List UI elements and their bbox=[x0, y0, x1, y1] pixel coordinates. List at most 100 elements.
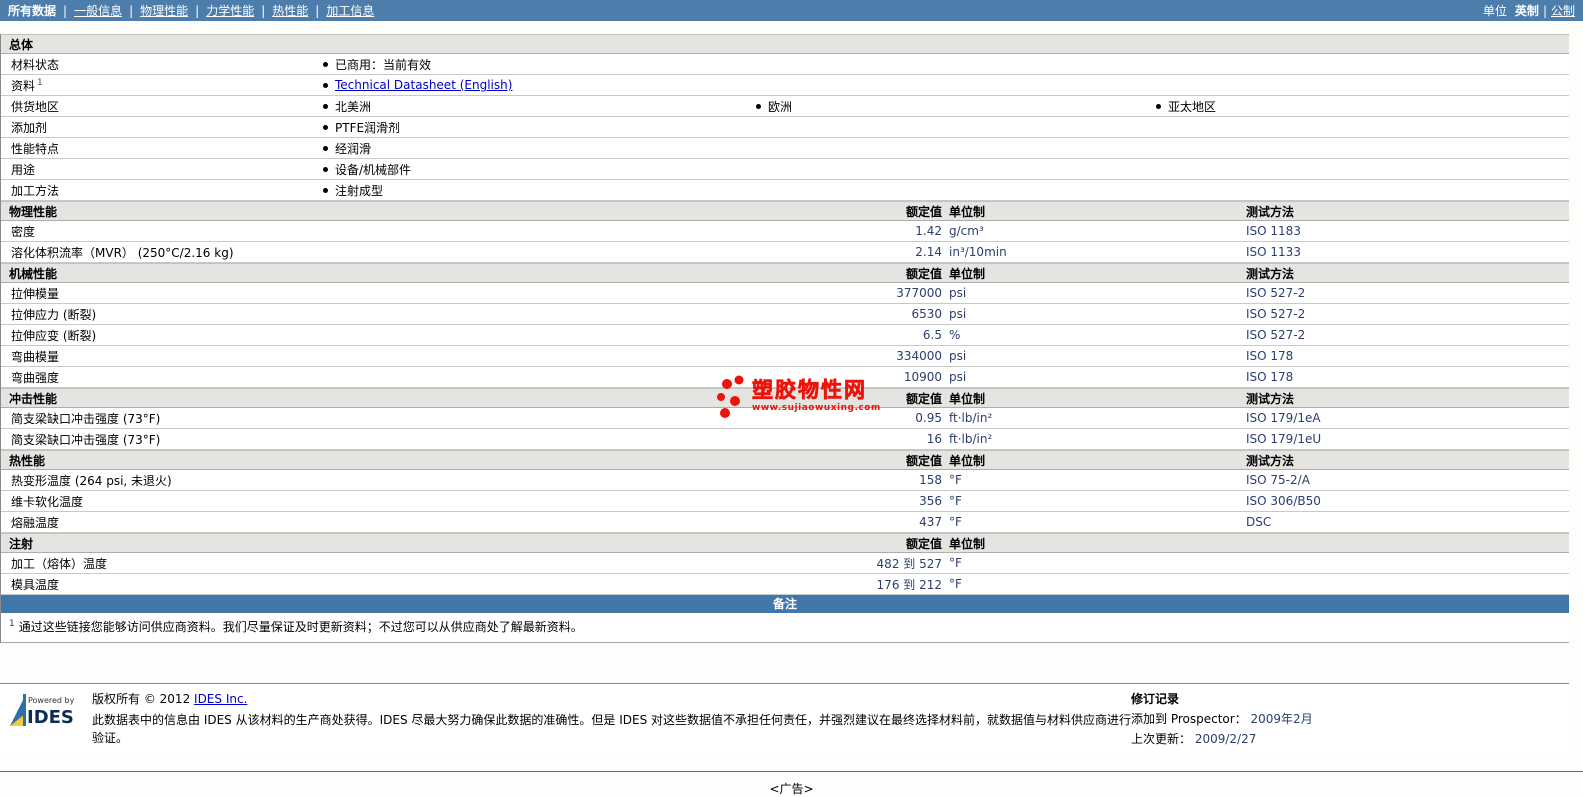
property-label: 熔融温度 bbox=[11, 515, 60, 530]
section-title: 热性能 bbox=[9, 453, 46, 468]
table-row: 简支梁缺口冲击强度 (73°F) 16 ft·lb/in² ISO 179/1e… bbox=[1, 429, 1569, 450]
table-row: 热变形温度 (264 psi, 未退火) 158 °F ISO 75-2/A bbox=[1, 470, 1569, 491]
property-label-text: 资料 bbox=[11, 78, 36, 93]
col-header-unit: 单位制 bbox=[949, 266, 986, 281]
revision-added-value: 2009年2月 bbox=[1250, 712, 1313, 726]
nav-item-physical[interactable]: 物理性能 bbox=[140, 2, 188, 19]
technical-datasheet-link[interactable]: Technical Datasheet (English) bbox=[335, 78, 512, 92]
bullet-icon bbox=[323, 187, 328, 193]
property-test-method: ISO 527-2 bbox=[1246, 286, 1306, 300]
table-row: 材料状态 已商用：当前有效 bbox=[1, 54, 1569, 75]
nav-separator: | bbox=[1542, 3, 1547, 18]
property-label: 密度 bbox=[11, 224, 36, 239]
property-value: 2.14 bbox=[915, 245, 942, 259]
property-value: 482 到 527 bbox=[876, 556, 942, 571]
property-unit: °F bbox=[949, 494, 962, 508]
col-header-unit: 单位制 bbox=[949, 453, 986, 468]
property-label: 用途 bbox=[11, 162, 36, 177]
ad-label: <广告> bbox=[769, 782, 814, 796]
table-row: 熔融温度 437 °F DSC bbox=[1, 512, 1569, 533]
svg-text:Powered by: Powered by bbox=[28, 696, 75, 705]
section-title: 冲击性能 bbox=[9, 391, 58, 406]
footnote-number: 1 bbox=[9, 619, 15, 629]
property-value-item: 设备/机械部件 bbox=[311, 161, 744, 178]
nav-item-all-data: 所有数据 bbox=[8, 4, 57, 18]
property-unit: psi bbox=[949, 349, 967, 363]
property-test-method: ISO 527-2 bbox=[1246, 328, 1306, 342]
revision-added-label: 添加到 Prospector： bbox=[1131, 712, 1247, 726]
section-header-mechanical: 机械性能 额定值 单位制 测试方法 bbox=[1, 263, 1569, 283]
property-value: 356 bbox=[919, 494, 942, 508]
table-row: 溶化体积流率（MVR） (250°C/2.16 kg) 2.14 in³/10m… bbox=[1, 242, 1569, 263]
property-label: 拉伸模量 bbox=[11, 286, 60, 301]
bullet-icon bbox=[756, 103, 761, 109]
section-header-thermal: 热性能 额定值 单位制 测试方法 bbox=[1, 450, 1569, 470]
nav-item-processing[interactable]: 加工信息 bbox=[326, 2, 374, 19]
nav-item-general-info[interactable]: 一般信息 bbox=[74, 2, 122, 19]
table-row: 用途 设备/机械部件 bbox=[1, 159, 1569, 180]
copyright-year: © 2012 bbox=[143, 692, 191, 706]
col-header-unit: 单位制 bbox=[949, 204, 986, 219]
property-unit: g/cm³ bbox=[949, 224, 984, 238]
ides-inc-link[interactable]: IDES Inc. bbox=[194, 692, 247, 706]
revision-added-line: 添加到 Prospector： 2009年2月 bbox=[1131, 710, 1561, 727]
revision-updated-value: 2009/2/27 bbox=[1194, 732, 1257, 746]
bullet-icon bbox=[323, 82, 328, 88]
property-value-item: 北美洲 bbox=[311, 98, 744, 115]
property-value-text: 已商用：当前有效 bbox=[335, 57, 432, 72]
property-value-item: PTFE润滑剂 bbox=[311, 119, 744, 136]
property-label: 热变形温度 (264 psi, 未退火) bbox=[11, 473, 172, 488]
unit-metric-link[interactable]: 公制 bbox=[1551, 2, 1575, 19]
footnote: 1 通过这些链接您能够访问供应商资料。我们尽量保证及时更新资料；不过您可以从供应商… bbox=[1, 613, 1569, 643]
property-value-item: 已商用：当前有效 bbox=[311, 56, 744, 73]
col-header-value: 额定值 bbox=[905, 536, 942, 551]
footer-copyright-block: 版权所有 © 2012 IDES Inc. 此数据表中的信息由 IDES 从该材… bbox=[82, 690, 1131, 750]
table-row: 弯曲强度 10900 psi ISO 178 bbox=[1, 367, 1569, 388]
property-test-method: ISO 527-2 bbox=[1246, 307, 1306, 321]
property-unit: psi bbox=[949, 307, 967, 321]
property-unit: ft·lb/in² bbox=[949, 411, 993, 425]
property-test-method: ISO 1183 bbox=[1246, 224, 1301, 238]
property-value-text: 北美洲 bbox=[335, 99, 372, 114]
col-header-value: 额定值 bbox=[905, 391, 942, 406]
table-row: 弯曲模量 334000 psi ISO 178 bbox=[1, 346, 1569, 367]
property-value: 437 bbox=[919, 515, 942, 529]
property-test-method: ISO 1133 bbox=[1246, 245, 1301, 259]
property-unit: °F bbox=[949, 473, 962, 487]
property-table: 总体 材料状态 已商用：当前有效 资料 1 Technical Datasheet… bbox=[0, 34, 1569, 643]
col-header-value: 额定值 bbox=[905, 204, 942, 219]
col-header-unit: 单位制 bbox=[949, 536, 986, 551]
col-header-test: 测试方法 bbox=[1246, 204, 1295, 219]
property-label: 资料 1 bbox=[1, 77, 311, 94]
property-label: 溶化体积流率（MVR） (250°C/2.16 kg) bbox=[11, 245, 234, 260]
property-value-item: 欧洲 bbox=[744, 98, 1144, 115]
table-row: 模具温度 176 到 212 °F bbox=[1, 574, 1569, 595]
property-unit: psi bbox=[949, 286, 967, 300]
nav-item-mechanical[interactable]: 力学性能 bbox=[206, 2, 254, 19]
copyright-label: 版权所有 bbox=[92, 692, 141, 706]
table-row: 维卡软化温度 356 °F ISO 306/B50 bbox=[1, 491, 1569, 512]
property-value: 158 bbox=[919, 473, 942, 487]
property-value: 334000 bbox=[896, 349, 942, 363]
ides-logo: Powered by IDES bbox=[8, 690, 82, 750]
property-value-text: 亚太地区 bbox=[1168, 99, 1217, 114]
nav-separator: | bbox=[261, 3, 266, 18]
bullet-icon bbox=[323, 166, 328, 172]
property-label: 加工（熔体）温度 bbox=[11, 556, 108, 571]
datasheet-page: 所有数据 | 一般信息 | 物理性能 | 力学性能 | 热性能 | 加工信息 单… bbox=[0, 0, 1583, 797]
property-value: 0.95 bbox=[915, 411, 942, 425]
table-row: 添加剂 PTFE润滑剂 bbox=[1, 117, 1569, 138]
property-test-method: ISO 178 bbox=[1246, 370, 1294, 384]
col-header-unit: 单位制 bbox=[949, 391, 986, 406]
property-label: 材料状态 bbox=[11, 57, 60, 72]
unit-imperial: 英制 bbox=[1514, 4, 1539, 18]
property-test-method: DSC bbox=[1246, 515, 1272, 529]
property-label: 拉伸应力 (断裂) bbox=[11, 307, 97, 322]
nav-item-thermal[interactable]: 热性能 bbox=[272, 2, 308, 19]
svg-text:IDES: IDES bbox=[27, 707, 74, 728]
page-footer: Powered by IDES 版权所有 © 2012 IDES Inc. 此数… bbox=[0, 683, 1569, 754]
property-label: 性能特点 bbox=[11, 141, 60, 156]
property-label: 拉伸应变 (断裂) bbox=[11, 328, 97, 343]
nav-separator: | bbox=[195, 3, 200, 18]
ad-placeholder: <广告> bbox=[0, 771, 1583, 797]
